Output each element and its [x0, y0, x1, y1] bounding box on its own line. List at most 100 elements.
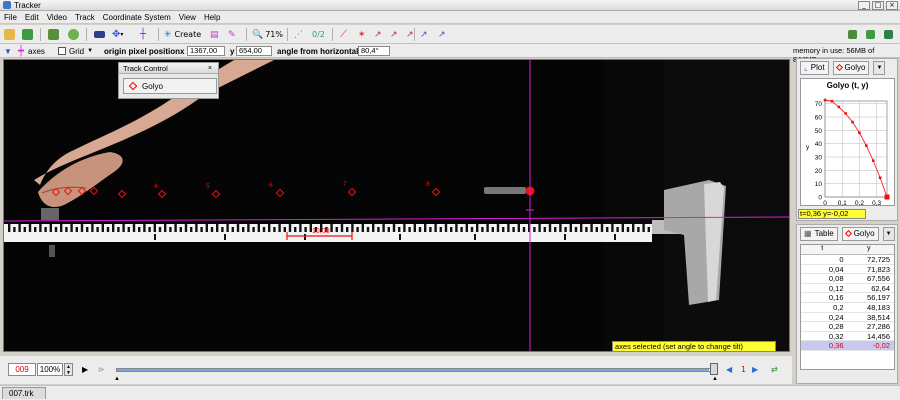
minimize-button[interactable]: _	[858, 1, 870, 10]
plot-chart[interactable]: 70 60 50 40 30 20 10 0 y 0 0,1 0,2 0,3	[801, 79, 896, 207]
track-control-close-icon[interactable]: ×	[208, 63, 212, 74]
mass-icon[interactable]: ↗	[406, 28, 414, 41]
track-edit-icon[interactable]: ✎	[228, 28, 236, 41]
maximize-button[interactable]: □	[872, 1, 884, 10]
table-row[interactable]: 0,12 62,64	[801, 284, 894, 294]
table-view-button[interactable]: ▦ Table	[800, 226, 838, 241]
new-tab-icon[interactable]	[848, 28, 857, 41]
plot-area[interactable]: Golyo (t, y) 70 60 50 40 30 20 10 0 y 0 0,1 0,2 0,3	[800, 78, 896, 207]
track-control-header[interactable]: Track Control ×	[119, 63, 218, 74]
table-row[interactable]: 0 72,725	[801, 255, 894, 265]
save-tab-icon[interactable]	[866, 28, 875, 41]
open-video-icon[interactable]	[48, 28, 59, 41]
track-point-marker[interactable]	[117, 189, 127, 199]
create-track-button[interactable]: ✳ Create	[164, 28, 201, 41]
track-points[interactable]: 4 5 6 7 8	[51, 181, 441, 199]
step-size-label[interactable]: 1	[741, 365, 746, 374]
menu-track[interactable]: Track	[75, 13, 95, 22]
plot-view-button[interactable]: ⌞ Plot	[800, 60, 829, 75]
data-point[interactable]	[871, 159, 875, 162]
zoom-button[interactable]: 🔍 71%	[252, 28, 283, 41]
trail-icon[interactable]: ⋰	[294, 28, 303, 41]
angle-field[interactable]: 80,4°	[358, 46, 390, 56]
rate-spinner[interactable]: ▲ ▼	[64, 363, 73, 376]
data-point[interactable]	[865, 144, 868, 147]
loop-icon[interactable]: ⇄	[771, 365, 778, 374]
acceleration-icon[interactable]: ↗	[374, 28, 382, 41]
end-marker-icon[interactable]: ▲	[712, 376, 718, 382]
reset-button-icon[interactable]: ⊳	[98, 365, 105, 374]
step-back-icon[interactable]: ◀	[726, 365, 732, 374]
track-point-marker[interactable]	[275, 188, 285, 198]
data-point[interactable]	[851, 120, 854, 124]
table-row[interactable]: 0,04 71,823	[801, 265, 894, 275]
track-point-marker[interactable]	[431, 187, 441, 197]
track-control-window[interactable]: Track Control × Golyo	[118, 62, 219, 99]
slider-thumb[interactable]	[710, 363, 718, 375]
data-point[interactable]	[837, 105, 841, 109]
tape-measure-icon[interactable]: ┼	[140, 28, 146, 41]
tab-options-icon[interactable]	[884, 28, 893, 41]
save-icon[interactable]	[22, 28, 33, 41]
table-row[interactable]: 0,08 67,556	[801, 274, 894, 284]
origin-x-field[interactable]: 1367,00	[187, 46, 225, 56]
path-icon[interactable]: ⟋	[340, 28, 347, 41]
menu-coordinate-system[interactable]: Coordinate System	[103, 13, 171, 22]
data-table[interactable]: t y 0 72,725 0,04 71,823 0,08 67,556 0,12 62,64…	[800, 244, 895, 370]
close-button[interactable]: ×	[886, 1, 898, 10]
menu-file[interactable]: File	[4, 13, 17, 22]
plot-track-selector[interactable]: Golyo	[832, 60, 870, 75]
velocity-icon[interactable]: ✶	[358, 28, 366, 41]
autotracker-icon[interactable]: ↗	[420, 28, 428, 41]
frame-number-field[interactable]: 009	[8, 363, 36, 376]
grid-button[interactable]: Grid ▼	[58, 46, 93, 56]
menu-edit[interactable]: Edit	[25, 13, 39, 22]
data-point[interactable]	[823, 98, 827, 102]
origin-y-field[interactable]: 654,00	[236, 46, 272, 56]
position-icon[interactable]: ↗	[390, 28, 398, 41]
track-list-icon[interactable]: ▤	[210, 28, 219, 41]
open-folder-icon[interactable]	[4, 28, 15, 41]
axes-button[interactable]: ┿ axes	[18, 46, 45, 57]
column-header-t[interactable]: t	[801, 245, 848, 254]
table-row[interactable]: 0,28 27,286	[801, 322, 894, 332]
clip-settings-icon[interactable]	[94, 28, 105, 41]
video-frame[interactable]: 10,00 4 5 6 7 8	[4, 60, 790, 352]
data-point[interactable]	[884, 194, 890, 200]
data-point[interactable]	[878, 176, 882, 180]
table-row[interactable]: 0,32 14,456	[801, 332, 894, 342]
menu-help[interactable]: Help	[204, 13, 220, 22]
file-tab[interactable]: 007.trk	[2, 387, 46, 399]
coordinate-axes-icon[interactable]: ✥ ▾	[112, 28, 123, 41]
table-row[interactable]: 0,2 48,183	[801, 303, 894, 313]
table-row[interactable]: 0,24 38,514	[801, 313, 894, 323]
step-forward-icon[interactable]: ▶	[752, 365, 758, 374]
track-point-marker[interactable]	[211, 189, 221, 199]
data-point[interactable]	[830, 99, 834, 103]
play-button-icon[interactable]: ▶	[82, 365, 88, 374]
table-row[interactable]: 0,16 56,197	[801, 293, 894, 303]
table-track-selector[interactable]: Golyo	[841, 226, 879, 241]
menu-view[interactable]: View	[179, 13, 196, 22]
table-row[interactable]: 0,36 -0,02	[801, 341, 894, 351]
frame-slider[interactable]	[116, 368, 716, 372]
markers-icon[interactable]: ↗	[438, 28, 446, 41]
vector-label-button[interactable]: 0/2	[312, 28, 325, 41]
tape-measure-label[interactable]: 10,00	[312, 228, 330, 235]
axes-toggle[interactable]: ▼	[4, 46, 12, 56]
data-point[interactable]	[858, 131, 861, 135]
track-point-marker[interactable]	[157, 189, 167, 199]
track-golyo-button[interactable]: Golyo	[123, 78, 217, 94]
track-point-marker[interactable]	[89, 186, 99, 196]
refresh-icon[interactable]	[68, 28, 79, 41]
data-point[interactable]	[844, 112, 847, 115]
track-point-marker[interactable]	[347, 187, 357, 197]
column-header-y[interactable]: y	[848, 245, 895, 254]
video-panel[interactable]: 10,00 4 5 6 7 8	[3, 59, 790, 352]
ruler-tick	[403, 224, 406, 232]
menu-video[interactable]: Video	[47, 13, 67, 22]
start-marker-icon[interactable]: ▲	[114, 376, 120, 382]
plot-dropdown-icon[interactable]: ▼	[873, 60, 886, 75]
playback-rate-field[interactable]: 100%	[37, 363, 63, 376]
table-dropdown-icon[interactable]: ▼	[882, 226, 895, 241]
